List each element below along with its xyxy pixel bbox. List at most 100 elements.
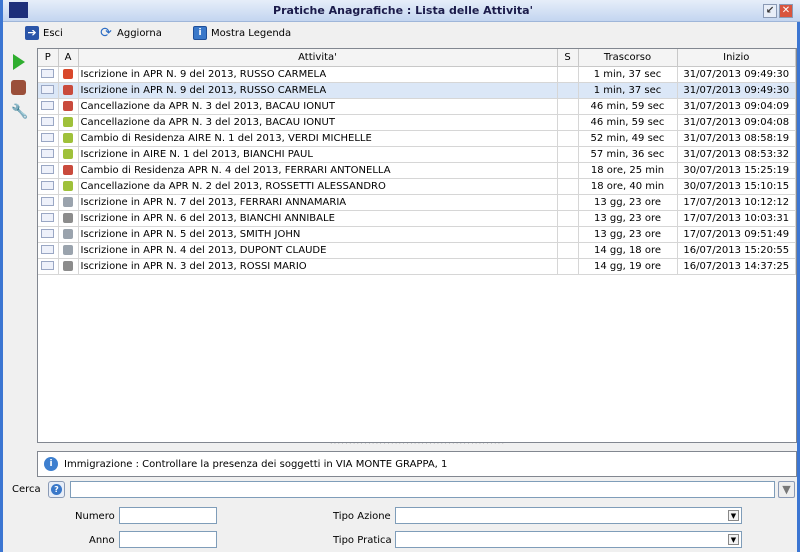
elapsed-cell: 46 min, 59 sec [578,114,678,131]
show-legend-button[interactable]: i Mostra Legenda [193,26,291,40]
column-header[interactable]: S [557,49,579,67]
info-icon: i [193,26,207,40]
activity-cell: Cancellazione da APR N. 3 del 2013, BACA… [78,98,558,115]
column-header[interactable]: Attivita' [78,49,558,67]
a-cell [58,98,79,115]
table-row[interactable]: Iscrizione in APR N. 4 del 2013, DUPONT … [38,242,796,259]
table-row[interactable]: Iscrizione in APR N. 9 del 2013, RUSSO C… [38,82,796,99]
table-row[interactable]: Cancellazione da APR N. 3 del 2013, BACA… [38,98,796,115]
p-cell [38,210,59,227]
table-row[interactable]: Iscrizione in APR N. 3 del 2013, ROSSI M… [38,258,796,275]
activity-cell: Iscrizione in APR N. 5 del 2013, SMITH J… [78,226,558,243]
p-cell [38,162,59,179]
chevron-down-icon[interactable]: ▼ [728,534,739,545]
start-cell: 31/07/2013 08:58:19 [677,130,796,147]
action-type-icon [63,180,73,191]
activity-cell: Cancellazione da APR N. 2 del 2013, ROSS… [78,178,558,195]
column-header[interactable]: P [38,49,59,67]
exit-label: Esci [43,27,63,39]
title-bar: Pratiche Anagrafiche : Lista delle Attiv… [3,0,800,22]
splitter-handle[interactable]: · · · · · · · · · · · · · · · · · · · · … [37,442,797,449]
numero-label: Numero [75,511,115,522]
wrench-icon[interactable]: 🔧 [11,105,28,120]
elapsed-cell: 13 gg, 23 ore [578,210,678,227]
action-type-icon [63,244,73,255]
a-cell [58,194,79,211]
table-row[interactable]: Cancellazione da APR N. 2 del 2013, ROSS… [38,178,796,195]
s-cell [557,130,579,147]
table-row[interactable]: Iscrizione in APR N. 7 del 2013, FERRARI… [38,194,796,211]
column-header[interactable]: Trascorso [578,49,678,67]
envelope-icon [41,101,55,110]
restore-button[interactable]: ↙ [763,4,777,18]
info-message: Immigrazione : Controllare la presenza d… [64,458,448,470]
play-icon[interactable] [13,54,25,70]
anno-input[interactable] [119,531,217,548]
table-row[interactable]: Iscrizione in AIRE N. 1 del 2013, BIANCH… [38,146,796,163]
start-cell: 17/07/2013 10:12:12 [677,194,796,211]
refresh-icon: ⟳ [100,25,112,41]
activity-cell: Iscrizione in APR N. 9 del 2013, RUSSO C… [78,82,558,99]
s-cell [557,162,579,179]
elapsed-cell: 18 ore, 25 min [578,162,678,179]
s-cell [557,194,579,211]
chevron-down-icon[interactable]: ▼ [728,510,739,521]
tipo-azione-select[interactable]: ▼ [395,507,742,524]
start-cell: 30/07/2013 15:10:15 [677,178,796,195]
elapsed-cell: 18 ore, 40 min [578,178,678,195]
start-cell: 16/07/2013 15:20:55 [677,242,796,259]
table-row[interactable]: Cambio di Residenza AIRE N. 1 del 2013, … [38,130,796,147]
settings-search-icon[interactable] [11,80,26,95]
p-cell [38,226,59,243]
tipo-pratica-select[interactable]: ▼ [395,531,742,548]
filter-icon[interactable]: ▼ [778,481,795,498]
search-input[interactable] [70,481,775,498]
action-type-icon [63,100,73,111]
start-cell: 17/07/2013 09:51:49 [677,226,796,243]
a-cell [58,242,79,259]
tipo-pratica-label: Tipo Pratica [333,535,392,546]
table-row[interactable]: Iscrizione in APR N. 9 del 2013, RUSSO C… [38,66,796,83]
table-row[interactable]: Cambio di Residenza APR N. 4 del 2013, F… [38,162,796,179]
activity-cell: Iscrizione in APR N. 3 del 2013, ROSSI M… [78,258,558,275]
activity-cell: Iscrizione in APR N. 7 del 2013, FERRARI… [78,194,558,211]
column-header[interactable]: Inizio [677,49,796,67]
a-cell [58,258,79,275]
search-label: Cerca [12,484,41,495]
p-cell [38,242,59,259]
table-row[interactable]: Iscrizione in APR N. 5 del 2013, SMITH J… [38,226,796,243]
activity-cell: Iscrizione in AIRE N. 1 del 2013, BIANCH… [78,146,558,163]
exit-button[interactable]: ➔ Esci [25,26,63,40]
action-type-icon [63,148,73,159]
table-row[interactable]: Iscrizione in APR N. 6 del 2013, BIANCHI… [38,210,796,227]
p-cell [38,98,59,115]
envelope-icon [41,165,55,174]
p-cell [38,114,59,131]
action-type-icon [63,116,73,127]
activity-cell: Iscrizione in APR N. 9 del 2013, RUSSO C… [78,66,558,83]
close-button[interactable]: ✕ [779,4,793,18]
activity-cell: Cambio di Residenza AIRE N. 1 del 2013, … [78,130,558,147]
elapsed-cell: 13 gg, 23 ore [578,194,678,211]
envelope-icon [41,261,55,270]
refresh-button[interactable]: ⟳ Aggiorna [99,26,162,40]
table-row[interactable]: Cancellazione da APR N. 3 del 2013, BACA… [38,114,796,131]
numero-input[interactable] [119,507,217,524]
info-icon: i [44,457,58,471]
envelope-icon [41,149,55,158]
s-cell [557,114,579,131]
a-cell [58,82,79,99]
envelope-icon [41,117,55,126]
p-cell [38,146,59,163]
toolbar: ➔ Esci ⟳ Aggiorna i Mostra Legenda [3,22,800,46]
p-cell [38,82,59,99]
a-cell [58,130,79,147]
a-cell [58,210,79,227]
envelope-icon [41,229,55,238]
activity-cell: Iscrizione in APR N. 6 del 2013, BIANCHI… [78,210,558,227]
column-header[interactable]: A [58,49,79,67]
p-cell [38,66,59,83]
action-type-icon [63,132,73,143]
envelope-icon [41,85,55,94]
search-help-button[interactable]: ? [48,481,65,498]
